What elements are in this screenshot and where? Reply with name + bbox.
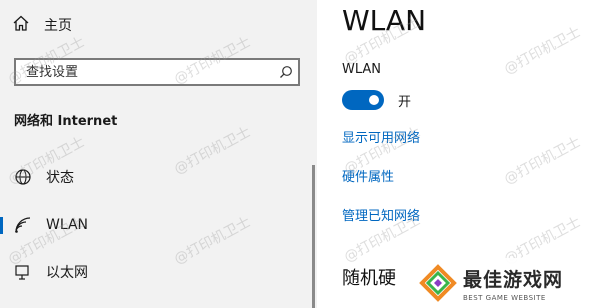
sidebar-item-ethernet[interactable]: 以太网	[0, 255, 310, 289]
home-nav-item[interactable]: 主页	[12, 12, 72, 38]
home-icon	[12, 14, 30, 36]
globe-icon	[13, 167, 33, 187]
search-input[interactable]	[16, 60, 274, 84]
hardware-properties-link[interactable]: 硬件属性	[342, 166, 394, 185]
toggle-state-label: 开	[398, 94, 412, 110]
search-box[interactable]	[14, 58, 300, 86]
wlan-toggle-row: 开	[342, 90, 411, 110]
logo-subtitle: BEST GAME WEBSITE	[463, 293, 546, 302]
sidebar: 主页 网络和 Internet 状态 WLAN 以太网	[0, 0, 317, 308]
sidebar-item-status[interactable]: 状态	[0, 160, 310, 194]
logo-title: 最佳游戏网	[463, 268, 564, 291]
site-logo: 最佳游戏网 BEST GAME WEBSITE	[415, 258, 600, 308]
show-available-networks-link[interactable]: 显示可用网络	[342, 127, 420, 146]
wlan-toggle[interactable]	[342, 90, 384, 110]
sidebar-item-wlan[interactable]: WLAN	[0, 208, 310, 242]
section-title: 网络和 Internet	[14, 114, 118, 129]
logo-icon	[419, 264, 457, 302]
sidebar-item-label: WLAN	[46, 217, 89, 233]
wifi-icon	[13, 215, 33, 235]
random-hardware-heading: 随机硬	[342, 268, 396, 289]
sidebar-item-label: 以太网	[46, 265, 88, 281]
sidebar-item-label: 状态	[46, 170, 74, 186]
ethernet-icon	[13, 262, 33, 282]
search-icon[interactable]	[274, 65, 298, 79]
manage-known-networks-link[interactable]: 管理已知网络	[342, 205, 420, 224]
page-title: WLAN	[342, 4, 427, 37]
wlan-label: WLAN	[342, 62, 382, 77]
home-label: 主页	[44, 18, 72, 34]
sidebar-scrollbar[interactable]	[312, 165, 315, 308]
